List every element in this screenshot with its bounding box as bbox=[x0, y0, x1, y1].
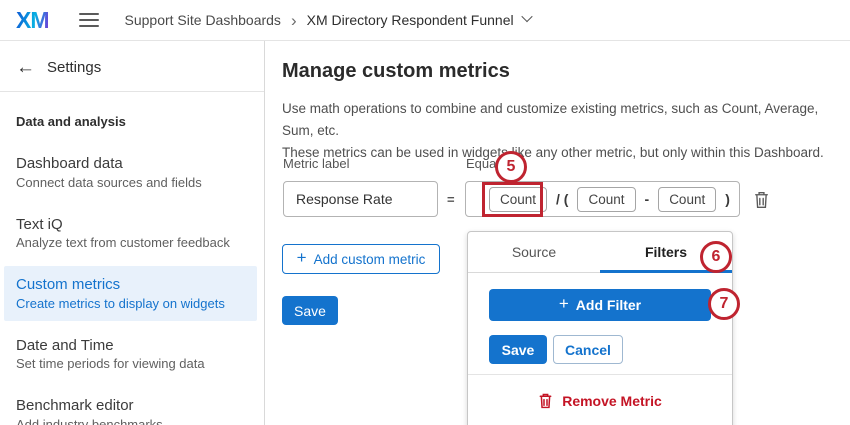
nav-item-title: Date and Time bbox=[16, 336, 114, 354]
add-filter-button[interactable]: + Add Filter bbox=[489, 289, 711, 321]
page-description: Use math operations to combine and custo… bbox=[282, 98, 848, 164]
nav-item-subtitle: Connect data sources and fields bbox=[16, 174, 202, 190]
sidebar-item-text-iq[interactable]: Text iQ Analyze text from customer feedb… bbox=[0, 206, 264, 261]
back-to-dashboard[interactable]: ← Settings bbox=[0, 41, 264, 92]
add-custom-metric-label: Add custom metric bbox=[313, 251, 426, 267]
equation-operand-2-button[interactable]: Count bbox=[577, 186, 636, 212]
popup-divider bbox=[468, 374, 732, 375]
nav-item-subtitle: Add industry benchmarks bbox=[16, 416, 163, 425]
back-arrow-icon[interactable]: ← bbox=[16, 58, 35, 77]
nav-item-title: Custom metrics bbox=[16, 276, 121, 293]
nav-item-subtitle: Analyze text from customer feedback bbox=[16, 235, 230, 250]
add-filter-label: Add Filter bbox=[575, 297, 642, 313]
top-header: XM Support Site Dashboards › XM Director… bbox=[0, 0, 850, 41]
add-custom-metric-button[interactable]: + Add custom metric bbox=[282, 244, 440, 274]
nav-item-subtitle: Set time periods for viewing data bbox=[16, 356, 205, 371]
popup-tabs: Source Filters bbox=[468, 232, 732, 273]
settings-sidebar: ← Settings Data and analysis Dashboard d… bbox=[0, 41, 265, 425]
equation-caption: Equation bbox=[466, 156, 518, 171]
breadcrumb-parent[interactable]: Support Site Dashboards bbox=[125, 12, 281, 28]
equation-operator-divide-open: / ( bbox=[556, 191, 569, 207]
breadcrumb-chevron-icon: › bbox=[290, 10, 297, 30]
chevron-down-icon[interactable] bbox=[520, 10, 533, 23]
description-line-2: These metrics can be used in widgets lik… bbox=[282, 145, 824, 160]
tab-source[interactable]: Source bbox=[468, 232, 600, 272]
metric-options-popup: Source Filters + Add Filter Save Cancel … bbox=[467, 231, 733, 425]
sidebar-item-dashboard-data[interactable]: Dashboard data Connect data sources and … bbox=[0, 145, 264, 200]
remove-metric-label: Remove Metric bbox=[562, 392, 662, 409]
sidebar-item-custom-metrics[interactable]: Custom metrics Create metrics to display… bbox=[4, 266, 257, 321]
plus-icon: + bbox=[296, 248, 307, 267]
popup-save-button[interactable]: Save bbox=[489, 335, 547, 364]
breadcrumb-current[interactable]: XM Directory Respondent Funnel bbox=[307, 12, 514, 28]
description-line-1: Use math operations to combine and custo… bbox=[282, 101, 819, 138]
nav-item-title: Text iQ bbox=[16, 215, 63, 233]
page-title: Manage custom metrics bbox=[282, 60, 510, 82]
screen: XM Support Site Dashboards › XM Director… bbox=[0, 0, 850, 425]
sidebar-nav: Dashboard data Connect data sources and … bbox=[0, 145, 264, 425]
metric-label-input[interactable] bbox=[283, 181, 438, 217]
xm-logo: XM bbox=[16, 6, 49, 33]
equation-operator-minus: - bbox=[644, 191, 650, 207]
equation-operand-1-button[interactable]: Count bbox=[489, 186, 548, 212]
active-tab-underline bbox=[600, 270, 732, 273]
equation-close-paren: ) bbox=[725, 191, 730, 207]
save-button[interactable]: Save bbox=[282, 296, 338, 325]
delete-metric-trash-icon[interactable] bbox=[751, 190, 771, 210]
equation-operand-3-button[interactable]: Count bbox=[658, 186, 717, 212]
sidebar-section-label: Data and analysis bbox=[16, 114, 126, 129]
plus-icon: + bbox=[558, 294, 569, 313]
nav-item-title: Dashboard data bbox=[16, 155, 123, 172]
sidebar-item-date-and-time[interactable]: Date and Time Set time periods for viewi… bbox=[0, 327, 264, 382]
sidebar-item-benchmark-editor[interactable]: Benchmark editor Add industry benchmarks bbox=[0, 387, 264, 425]
equation-builder: Count / ( Count - Count ) bbox=[465, 181, 740, 217]
nav-item-subtitle: Create metrics to display on widgets bbox=[16, 295, 225, 311]
hamburger-menu-icon[interactable] bbox=[78, 13, 99, 27]
popup-cancel-button[interactable]: Cancel bbox=[553, 335, 623, 364]
nav-item-title: Benchmark editor bbox=[16, 397, 134, 414]
trash-icon bbox=[539, 393, 552, 409]
settings-title: Settings bbox=[47, 59, 102, 76]
tab-filters[interactable]: Filters bbox=[600, 232, 732, 272]
remove-metric-button[interactable]: Remove Metric bbox=[468, 392, 732, 409]
metric-label-caption: Metric label bbox=[283, 156, 350, 171]
equals-sign: = bbox=[447, 192, 455, 207]
